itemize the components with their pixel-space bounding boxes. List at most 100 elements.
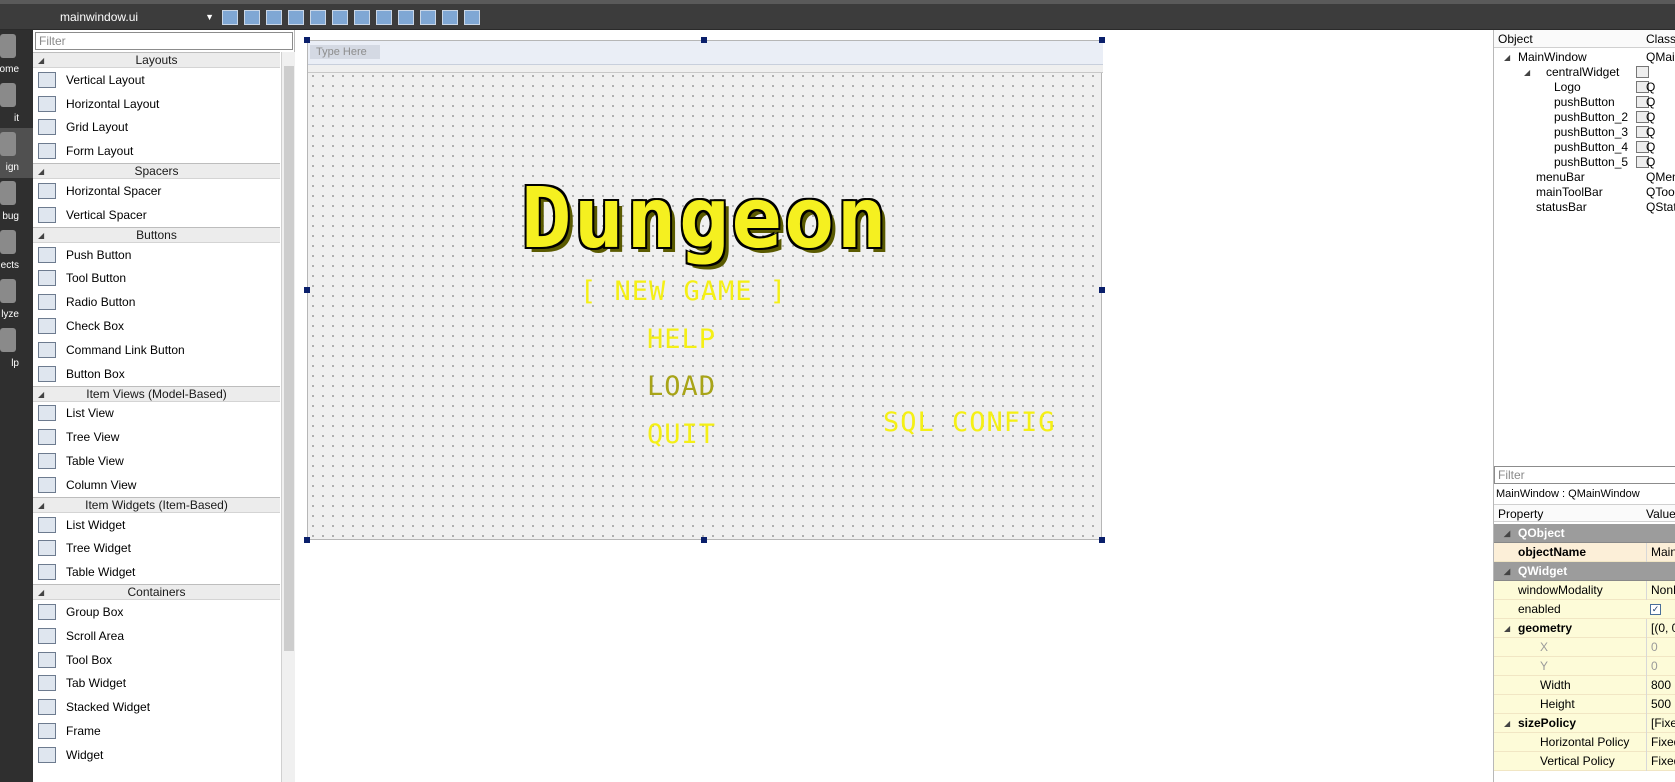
widget-item[interactable]: Command Link Button: [33, 338, 280, 362]
resize-handle-top[interactable]: [701, 37, 707, 43]
mode-3[interactable]: bug: [0, 177, 33, 227]
property-value[interactable]: Fixed: [1646, 752, 1675, 771]
resize-handle-top-left[interactable]: [304, 37, 310, 43]
widget-item[interactable]: Check Box: [33, 314, 280, 338]
object-tree-row[interactable]: statusBar QStat: [1494, 200, 1675, 215]
expand-triangle-icon[interactable]: ◢: [1504, 50, 1510, 65]
widget-filter-input[interactable]: Filter: [35, 32, 293, 50]
object-tree-row[interactable]: ◢ centralWidget: [1494, 65, 1675, 80]
layout-split-vertical-icon[interactable]: [376, 10, 392, 25]
layout-horizontal-icon[interactable]: [310, 10, 326, 25]
quit-button[interactable]: QUIT: [647, 419, 716, 450]
property-value[interactable]: Main: [1646, 543, 1675, 562]
logo-label[interactable]: Dungeon: [521, 169, 889, 267]
widget-item[interactable]: Group Box: [33, 600, 280, 624]
resize-handle-left[interactable]: [304, 287, 310, 293]
collapse-triangle-icon[interactable]: ◢: [38, 499, 44, 513]
load-button[interactable]: LOAD: [647, 371, 716, 402]
widget-category[interactable]: ◢ Item Widgets (Item-Based): [33, 496, 280, 513]
collapse-triangle-icon[interactable]: ◢: [38, 586, 44, 600]
new-game-button[interactable]: [ NEW GAME ]: [580, 276, 787, 307]
property-row[interactable]: enabled ✓: [1494, 600, 1675, 619]
layout-split-horizontal-icon[interactable]: [354, 10, 370, 25]
property-column-header[interactable]: Property: [1498, 507, 1543, 521]
widget-item[interactable]: Column View: [33, 473, 280, 497]
widget-item[interactable]: Horizontal Layout: [33, 92, 280, 116]
property-row[interactable]: windowModality NonM: [1494, 581, 1675, 600]
object-tree-row[interactable]: menuBar QMen: [1494, 170, 1675, 185]
mode-2[interactable]: ign: [0, 128, 33, 178]
widget-item[interactable]: Table Widget: [33, 560, 280, 584]
open-document-selector[interactable]: mainwindow.ui ▼: [40, 8, 218, 26]
object-tree-row[interactable]: pushButton_5 Q: [1494, 155, 1675, 170]
expand-triangle-icon[interactable]: ◢: [1504, 524, 1510, 543]
property-value[interactable]: 500: [1646, 695, 1671, 714]
widget-item[interactable]: List View: [33, 402, 280, 426]
widget-item[interactable]: Tool Box: [33, 648, 280, 672]
property-value[interactable]: NonM: [1646, 581, 1675, 600]
property-filter-input[interactable]: Filter: [1494, 466, 1675, 484]
property-value[interactable]: [Fixed: [1646, 714, 1675, 733]
object-tree-row[interactable]: ◢ MainWindow QMai: [1494, 50, 1675, 65]
mode-5[interactable]: lyze: [0, 275, 33, 325]
property-row[interactable]: Horizontal Policy Fixed: [1494, 733, 1675, 752]
property-row[interactable]: ◢ QWidget: [1494, 562, 1675, 581]
class-column-header[interactable]: Class: [1646, 32, 1675, 46]
widget-item[interactable]: Tree View: [33, 425, 280, 449]
widget-item[interactable]: Push Button: [33, 243, 280, 267]
layout-vertical-icon[interactable]: [332, 10, 348, 25]
sql-config-button[interactable]: SQL CONFIG: [883, 407, 1056, 438]
property-row[interactable]: ◢ sizePolicy [Fixed: [1494, 714, 1675, 733]
widget-item[interactable]: Button Box: [33, 362, 280, 386]
widget-item[interactable]: Horizontal Spacer: [33, 179, 280, 203]
widget-category[interactable]: ◢ Item Views (Model-Based): [33, 385, 280, 402]
property-row[interactable]: X0: [1494, 638, 1675, 657]
edit-widgets-icon[interactable]: [222, 10, 238, 25]
object-column-header[interactable]: Object: [1498, 32, 1533, 46]
widget-item[interactable]: Tool Button: [33, 267, 280, 291]
widget-item[interactable]: Widget: [33, 743, 280, 767]
property-row[interactable]: ◢ QObject: [1494, 524, 1675, 543]
widget-item[interactable]: Form Layout: [33, 139, 280, 163]
property-row[interactable]: Width 800: [1494, 676, 1675, 695]
object-tree-row[interactable]: pushButton_3 Q: [1494, 125, 1675, 140]
collapse-triangle-icon[interactable]: ◢: [38, 229, 44, 243]
layout-form-icon[interactable]: [398, 10, 414, 25]
resize-handle-bottom-left[interactable]: [304, 537, 310, 543]
widget-item[interactable]: Scroll Area: [33, 624, 280, 648]
widget-item[interactable]: Tree Widget: [33, 537, 280, 561]
widget-category[interactable]: ◢ Spacers: [33, 163, 280, 180]
widget-category[interactable]: ◢ Buttons: [33, 226, 280, 243]
type-here-menu[interactable]: Type Here: [310, 45, 380, 59]
property-row[interactable]: Vertical Policy Fixed: [1494, 752, 1675, 771]
mode-1[interactable]: it: [0, 79, 33, 129]
property-row[interactable]: objectName Main: [1494, 543, 1675, 562]
layout-grid-icon[interactable]: [420, 10, 436, 25]
object-tree-row[interactable]: mainToolBar QTool: [1494, 185, 1675, 200]
widget-item[interactable]: Grid Layout: [33, 116, 280, 140]
main-window-form[interactable]: Type Here Dungeon [ NEW GAME ] HELP LOAD…: [307, 40, 1103, 540]
property-value[interactable]: [(0, 0: [1646, 619, 1675, 638]
resize-handle-bottom-right[interactable]: [1099, 537, 1105, 543]
expand-triangle-icon[interactable]: ◢: [1504, 619, 1510, 638]
mode-4[interactable]: ects: [0, 226, 33, 276]
widget-category[interactable]: ◢ Containers: [33, 584, 280, 601]
property-row[interactable]: Height 500: [1494, 695, 1675, 714]
property-row[interactable]: ◢ geometry [(0, 0: [1494, 619, 1675, 638]
expand-triangle-icon[interactable]: ◢: [1524, 65, 1530, 80]
edit-buddies-icon[interactable]: [266, 10, 282, 25]
resize-handle-top-right[interactable]: [1099, 37, 1105, 43]
adjust-size-icon[interactable]: [464, 10, 480, 25]
object-tree-row[interactable]: pushButton_4 Q: [1494, 140, 1675, 155]
collapse-triangle-icon[interactable]: ◢: [38, 54, 44, 68]
enabled-checkbox[interactable]: ✓: [1650, 604, 1661, 615]
object-tree-row[interactable]: pushButton Q: [1494, 95, 1675, 110]
mode-6[interactable]: lp: [0, 324, 33, 374]
widget-item[interactable]: List Widget: [33, 513, 280, 537]
resize-handle-right[interactable]: [1099, 287, 1105, 293]
widget-item[interactable]: Vertical Spacer: [33, 203, 280, 227]
widget-box-scrollbar[interactable]: [281, 52, 295, 782]
widget-item[interactable]: Vertical Layout: [33, 68, 280, 92]
widget-category[interactable]: ◢ Layouts: [33, 52, 280, 68]
property-value[interactable]: 0: [1646, 657, 1658, 676]
